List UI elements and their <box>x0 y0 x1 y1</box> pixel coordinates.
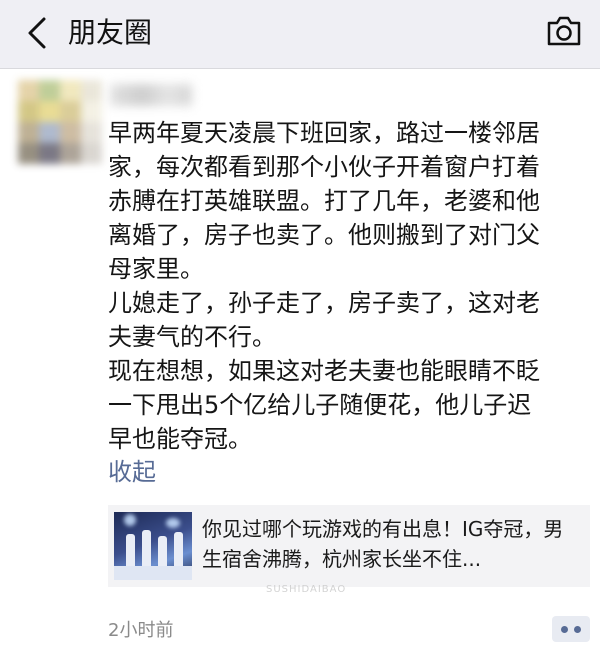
post-timestamp: 2小时前 <box>108 620 174 641</box>
navigation-bar: 朋友圈 <box>0 0 600 69</box>
avatar[interactable] <box>18 80 102 164</box>
post-text: 早两年夏天凌晨下班回家，路过一楼邻居 家，每次都看到那个小伙子开着窗户打着 赤膊… <box>108 119 540 453</box>
shared-link-thumbnail <box>114 512 192 580</box>
chevron-left-icon[interactable] <box>26 16 48 50</box>
shared-link-title: 你见过哪个玩游戏的有出息！IG夺冠，男生宿舍沸腾，杭州家长坐不住... <box>202 517 564 571</box>
username-blurred <box>110 84 192 106</box>
page-title: 朋友圈 <box>68 16 153 49</box>
comment-dots-icon[interactable] <box>552 616 590 642</box>
shared-link-card[interactable]: 你见过哪个玩游戏的有出息！IG夺冠，男生宿舍沸腾，杭州家长坐不住... <box>108 505 590 587</box>
collapse-link[interactable]: 收起 <box>108 456 156 488</box>
watermark: SUSHIDAIBAO <box>266 584 347 595</box>
camera-icon[interactable] <box>546 15 582 47</box>
